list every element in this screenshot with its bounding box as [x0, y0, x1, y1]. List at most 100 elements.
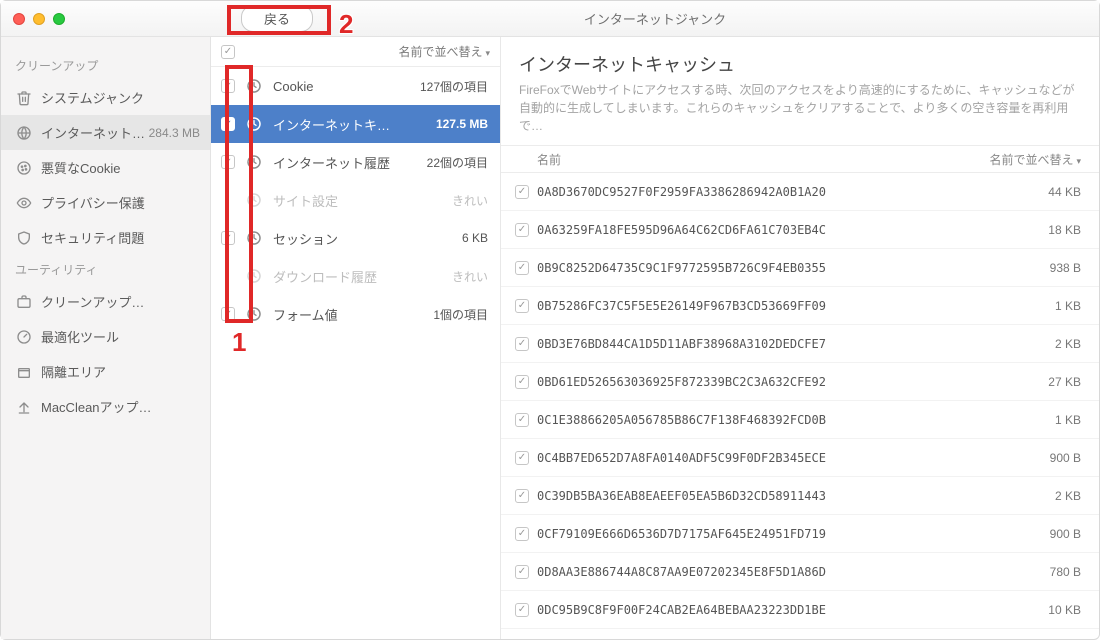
- file-row[interactable]: ✓0CF79109E666D6536D7D7175AF645E24951FD71…: [501, 515, 1099, 553]
- category-label: インターネットキ…: [273, 115, 430, 134]
- category-checkbox[interactable]: ✓: [221, 231, 235, 245]
- sidebar-item[interactable]: クリーンアップ…: [1, 284, 210, 319]
- file-row[interactable]: ✓ 0D8AA3E886744A8C87AA9E07202345E8F5D1A86…: [501, 553, 1099, 591]
- category-checkbox[interactable]: ✓: [221, 307, 235, 321]
- file-checkbox[interactable]: ✓: [515, 489, 529, 503]
- category-meta: 127.5 MB: [436, 117, 488, 131]
- file-row[interactable]: ✓ 0A8D3670DC9527F0F2959FA3386286942A0B1A2…: [501, 173, 1099, 211]
- file-list[interactable]: ✓ 0A8D3670DC9527F0F2959FA3386286942A0B1A2…: [501, 173, 1099, 639]
- file-size: 938 B: [1050, 261, 1081, 275]
- file-row[interactable]: ✓0C4BB7ED652D7A8FA0140ADF5C99F0DF2B345EC…: [501, 439, 1099, 477]
- sidebar-item[interactable]: 隔離エリア: [1, 354, 210, 389]
- category-item[interactable]: ダウンロード履歴きれい: [211, 257, 500, 295]
- file-list-header: 名前 名前で並べ替え: [501, 145, 1099, 173]
- sidebar-section-header: クリーンアップ: [1, 51, 210, 80]
- file-name: 0BD3E76BD844CA1D5D11ABF38968A3102DEDCFE7: [537, 337, 1045, 351]
- category-checkbox[interactable]: ✓: [221, 117, 235, 131]
- file-name: 0A63259FA18FE595D96A64C62CD6FA61C703EB4C: [537, 223, 1038, 237]
- sidebar-item[interactable]: セキュリティ問題: [1, 220, 210, 255]
- file-size: 1 KB: [1055, 299, 1081, 313]
- column-name-label: 名前: [537, 151, 561, 168]
- file-sort-button[interactable]: 名前で並べ替え: [989, 151, 1081, 168]
- file-size: 10 KB: [1048, 603, 1081, 617]
- file-row[interactable]: ✓0B75286FC37C5F5E5E26149F967B3CD53669FF0…: [501, 287, 1099, 325]
- sidebar-item[interactable]: 最適化ツール: [1, 319, 210, 354]
- file-checkbox[interactable]: ✓: [515, 375, 529, 389]
- category-item[interactable]: ✓ インターネットキ… 127.5 MB: [211, 105, 500, 143]
- file-checkbox[interactable]: ✓: [515, 337, 529, 351]
- file-row[interactable]: ✓0DC95B9C8F9F00F24CAB2EA64BEBAA23223DD1B…: [501, 591, 1099, 629]
- detail-panel: インターネットキャッシュ FireFoxでWebサイトにアクセスする時、次回のア…: [501, 37, 1099, 639]
- traffic-lights: [1, 13, 211, 25]
- file-checkbox[interactable]: ✓: [515, 451, 529, 465]
- sidebar-item-label: MacCleanアップ…: [41, 397, 200, 416]
- file-row[interactable]: ✓ 0BD61ED526563036925F872339BC2C3A632CFE9…: [501, 363, 1099, 401]
- shield-icon: [15, 229, 33, 247]
- globe-icon: [15, 124, 33, 142]
- gauge-icon: [15, 328, 33, 346]
- minimize-window-icon[interactable]: [33, 13, 45, 25]
- history-icon: [243, 75, 265, 97]
- sidebar-item-label: クリーンアップ…: [41, 292, 200, 311]
- file-checkbox[interactable]: ✓: [515, 223, 529, 237]
- select-all-checkbox[interactable]: ✓: [221, 45, 235, 59]
- file-checkbox[interactable]: ✓: [515, 603, 529, 617]
- history-icon: [243, 227, 265, 249]
- back-button[interactable]: 戻る: [241, 5, 313, 32]
- sidebar-item-label: 隔離エリア: [41, 362, 200, 381]
- category-checkbox[interactable]: ✓: [221, 155, 235, 169]
- file-checkbox[interactable]: ✓: [515, 299, 529, 313]
- category-meta: きれい: [452, 268, 488, 285]
- history-icon: [243, 151, 265, 173]
- category-sort-button[interactable]: 名前で並べ替え: [398, 43, 490, 60]
- briefcase-icon: [15, 293, 33, 311]
- category-checkbox[interactable]: ✓: [221, 79, 235, 93]
- detail-title: インターネットキャッシュ: [501, 37, 1099, 81]
- sidebar-item[interactable]: インターネット…284.3 MB: [1, 115, 210, 150]
- close-window-icon[interactable]: [13, 13, 25, 25]
- category-item[interactable]: ✓インターネット履歴22個の項目: [211, 143, 500, 181]
- titlebar: 戻る インターネットジャンク: [1, 1, 1099, 37]
- sidebar-item[interactable]: MacCleanアップ…: [1, 389, 210, 424]
- sidebar-section-header: ユーティリティ: [1, 255, 210, 284]
- file-size: 900 B: [1050, 527, 1081, 541]
- file-checkbox[interactable]: ✓: [515, 185, 529, 199]
- category-column: ✓ 名前で並べ替え ✓Cookie127個の項目✓インターネットキ…127.5 …: [211, 37, 501, 639]
- file-row[interactable]: ✓ 0BD3E76BD844CA1D5D11ABF38968A3102DEDCFE…: [501, 325, 1099, 363]
- file-row[interactable]: ✓ 0A63259FA18FE595D96A64C62CD6FA61C703EB4…: [501, 211, 1099, 249]
- category-meta: きれい: [452, 192, 488, 209]
- category-meta: 6 KB: [462, 231, 488, 245]
- sidebar-item[interactable]: プライバシー保護: [1, 185, 210, 220]
- file-size: 780 B: [1050, 565, 1081, 579]
- file-checkbox[interactable]: ✓: [515, 413, 529, 427]
- file-name: 0D8AA3E886744A8C87AA9E07202345E8F5D1A86D: [537, 565, 1040, 579]
- category-label: ダウンロード履歴: [273, 267, 446, 286]
- sidebar-item-label: インターネット…: [41, 123, 149, 142]
- file-checkbox[interactable]: ✓: [515, 261, 529, 275]
- category-meta: 22個の項目: [427, 154, 488, 171]
- file-checkbox[interactable]: ✓: [515, 565, 529, 579]
- sidebar: クリーンアップシステムジャンクインターネット…284.3 MB悪質なCookie…: [1, 37, 211, 639]
- zoom-window-icon[interactable]: [53, 13, 65, 25]
- category-header: ✓ 名前で並べ替え: [211, 37, 500, 67]
- category-item[interactable]: ✓Cookie127個の項目: [211, 67, 500, 105]
- file-checkbox[interactable]: ✓: [515, 527, 529, 541]
- file-name: 0C1E38866205A056785B86C7F138F468392FCD0B: [537, 413, 1045, 427]
- file-row[interactable]: ✓ 0C1E38866205A056785B86C7F138F468392FCD0…: [501, 401, 1099, 439]
- category-label: セッション: [273, 229, 456, 248]
- category-item[interactable]: ✓ セッション 6 KB: [211, 219, 500, 257]
- category-item[interactable]: サイト設定きれい: [211, 181, 500, 219]
- file-row[interactable]: ✓0C39DB5BA36EAB8EAEEF05EA5B6D32CD5891144…: [501, 477, 1099, 515]
- file-size: 1 KB: [1055, 413, 1081, 427]
- category-label: Cookie: [273, 79, 414, 94]
- sidebar-item[interactable]: システムジャンク: [1, 80, 210, 115]
- file-row[interactable]: ✓0E83D083CC6D8DA879FF3F6D89F5C3A7E39614 …: [501, 629, 1099, 639]
- box-icon: [15, 363, 33, 381]
- file-name: 0A8D3670DC9527F0F2959FA3386286942A0B1A20: [537, 185, 1038, 199]
- sidebar-item[interactable]: 悪質なCookie: [1, 150, 210, 185]
- history-icon: [243, 189, 265, 211]
- category-meta: 1個の項目: [433, 306, 488, 323]
- category-item[interactable]: ✓フォーム値1個の項目: [211, 295, 500, 333]
- file-row[interactable]: ✓0B9C8252D64735C9C1F9772595B726C9F4EB035…: [501, 249, 1099, 287]
- file-name: 0BD61ED526563036925F872339BC2C3A632CFE92: [537, 375, 1038, 389]
